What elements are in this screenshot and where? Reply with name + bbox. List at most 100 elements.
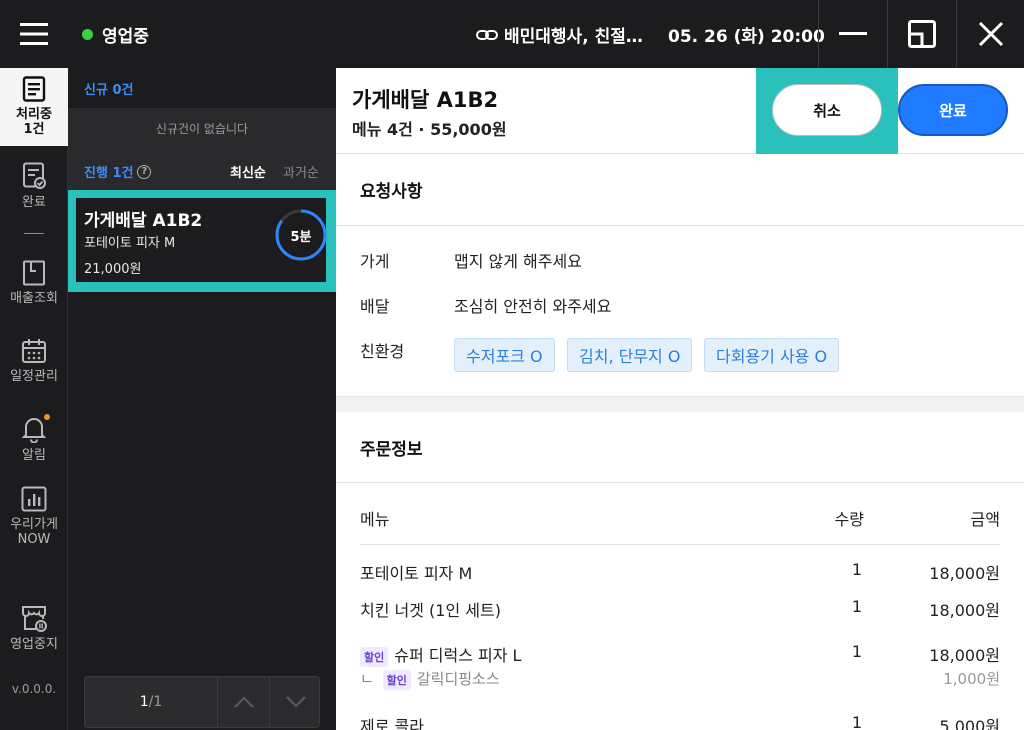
delivery-request-label: 배달: [360, 297, 390, 316]
nav-store-now[interactable]: 우리가게 NOW: [0, 486, 68, 547]
notification-badge: [44, 414, 50, 420]
eco-chip-reusable: 다회용기 사용 O: [704, 338, 840, 372]
nav-pause-business[interactable]: 영업중지: [0, 604, 68, 652]
order-item-name: 포테이토 피자 M: [360, 564, 473, 583]
nav-store-now-label-1: 우리가게: [10, 517, 58, 532]
store-request-label: 가게: [360, 252, 390, 271]
nav-notifications[interactable]: 알림: [0, 416, 68, 463]
requests-title: 요청사항: [360, 182, 423, 202]
close-icon: [978, 21, 1003, 47]
agency-label: 배민대행사, 친절콜...: [504, 27, 656, 47]
order-info-title: 주문정보: [360, 440, 423, 460]
eco-chip-sides: 김치, 단무지 O: [567, 338, 693, 372]
nav-sales-label: 매출조회: [10, 291, 58, 306]
datetime: 05. 26 (화) 20:00: [668, 27, 825, 47]
page-up-button[interactable]: [217, 677, 269, 727]
divider: [336, 225, 1024, 226]
bell-icon: [22, 418, 46, 443]
order-card-price: 21,000원: [84, 262, 142, 277]
discount-tag: 할인: [360, 646, 389, 667]
order-item-amount: 18,000원: [929, 564, 1000, 583]
detail-subtitle: 메뉴 4건 · 55,000원: [352, 120, 507, 139]
discount-tag: 할인: [382, 669, 411, 690]
col-qty-header: 수량: [834, 510, 864, 529]
order-item-qty: 1: [851, 713, 862, 730]
order-item-name: 치킨 너겟 (1인 세트): [360, 601, 501, 620]
nav-store-now-label-2: NOW: [17, 532, 51, 547]
sub-option-prefix: ㄴ: [360, 670, 374, 688]
order-item-name: 슈퍼 디럭스 피자 L: [394, 646, 522, 665]
order-item-discounted: 할인 슈퍼 디럭스 피자 L: [360, 642, 521, 667]
order-timer-label: 5분: [290, 229, 312, 245]
order-sub-option: ㄴ 할인 갈릭디핑소스: [360, 668, 500, 690]
calendar-icon: [22, 339, 46, 363]
detail-title: 가게배달 A1B2: [352, 88, 499, 112]
cancel-button[interactable]: 취소: [772, 84, 882, 136]
store-status[interactable]: 영업중: [82, 22, 149, 47]
col-amount-header: 금액: [970, 510, 1000, 529]
delivery-agency[interactable]: 배민대행사, 친절콜...: [476, 22, 656, 47]
nav-processing-count: 1건: [23, 122, 45, 137]
sub-option-amount: 1,000원: [943, 670, 1000, 688]
divider: [336, 396, 1024, 397]
bar-chart-icon: [21, 486, 47, 512]
in-progress-title: 진행 1건: [84, 166, 134, 181]
restore-button[interactable]: [887, 0, 955, 68]
order-card-menu: 포테이토 피자 M: [84, 236, 176, 251]
delivery-request-value: 조심히 안전히 와주세요: [454, 297, 612, 316]
order-item-amount: 5,000원: [939, 717, 1000, 730]
order-item-qty: 1: [851, 560, 862, 579]
help-icon[interactable]: ?: [137, 164, 152, 179]
table-divider: [360, 544, 1000, 545]
eco-chip-utensils: 수저포크 O: [454, 338, 555, 372]
order-card[interactable]: 가게배달 A1B2 포테이토 피자 M 21,000원 5분: [76, 198, 328, 282]
page-indicator: 1/1: [85, 677, 217, 727]
nav-schedule[interactable]: 일정관리: [0, 338, 68, 384]
chevron-up-icon: [233, 696, 254, 708]
hamburger-menu-icon[interactable]: [0, 0, 68, 68]
sub-option-name: 갈릭디핑소스: [416, 670, 500, 688]
order-item-name: 제로 콜라: [360, 717, 424, 730]
ledger-icon: [23, 260, 45, 286]
document-icon: [22, 76, 46, 102]
order-list-panel: 신규 0건 신규건이 없습니다 진행 1건 ? 최신순 과거순 가게배달 A1B…: [68, 68, 336, 730]
nav-completed-label: 완료: [22, 195, 46, 210]
chevron-down-icon: [285, 696, 306, 708]
detail-header: 가게배달 A1B2 메뉴 4건 · 55,000원 취소 완료: [336, 68, 1024, 154]
order-card-title: 가게배달 A1B2: [84, 211, 203, 231]
nav-pause-business-label: 영업중지: [10, 637, 58, 652]
top-bar: 영업중 배민대행사, 친절콜... 05. 26 (화) 20:00: [0, 0, 1024, 68]
app-version: v.0.0.0.: [11, 682, 57, 696]
in-progress-header: 진행 1건 ?: [84, 162, 152, 181]
col-menu-header: 메뉴: [360, 510, 390, 529]
order-timer: 5분: [274, 208, 328, 262]
page-current: 1: [139, 694, 149, 710]
status-label: 영업중: [102, 27, 149, 47]
link-icon: [476, 29, 498, 40]
divider: [336, 482, 1024, 483]
complete-button[interactable]: 완료: [898, 84, 1008, 136]
order-item-qty: 1: [851, 642, 862, 661]
order-item-qty: 1: [851, 597, 862, 616]
nav-notifications-label: 알림: [22, 448, 46, 463]
nav-sales[interactable]: 매출조회: [0, 260, 68, 306]
new-orders-empty-message: 신규건이 없습니다: [155, 122, 249, 136]
pager: 1/1: [84, 676, 320, 728]
minimize-icon: [838, 32, 867, 35]
nav-divider: [24, 233, 44, 234]
nav-processing[interactable]: 처리중 1건: [0, 68, 68, 146]
sort-oldest[interactable]: 과거순: [283, 162, 319, 181]
restore-window-icon: [907, 20, 936, 48]
order-item-amount: 18,000원: [929, 646, 1000, 665]
nav-schedule-label: 일정관리: [10, 369, 58, 384]
page-total: /1: [148, 694, 163, 710]
store-request-value: 맵지 않게 해주세요: [454, 252, 582, 271]
sort-latest[interactable]: 최신순: [230, 162, 266, 181]
nav-completed[interactable]: 완료: [0, 162, 68, 210]
order-item-amount: 18,000원: [929, 601, 1000, 620]
page-down-button[interactable]: [269, 677, 321, 727]
minimize-button[interactable]: [818, 0, 886, 68]
close-button[interactable]: [956, 0, 1024, 68]
nav-processing-label: 처리중: [16, 107, 52, 122]
status-dot-icon: [82, 29, 93, 40]
